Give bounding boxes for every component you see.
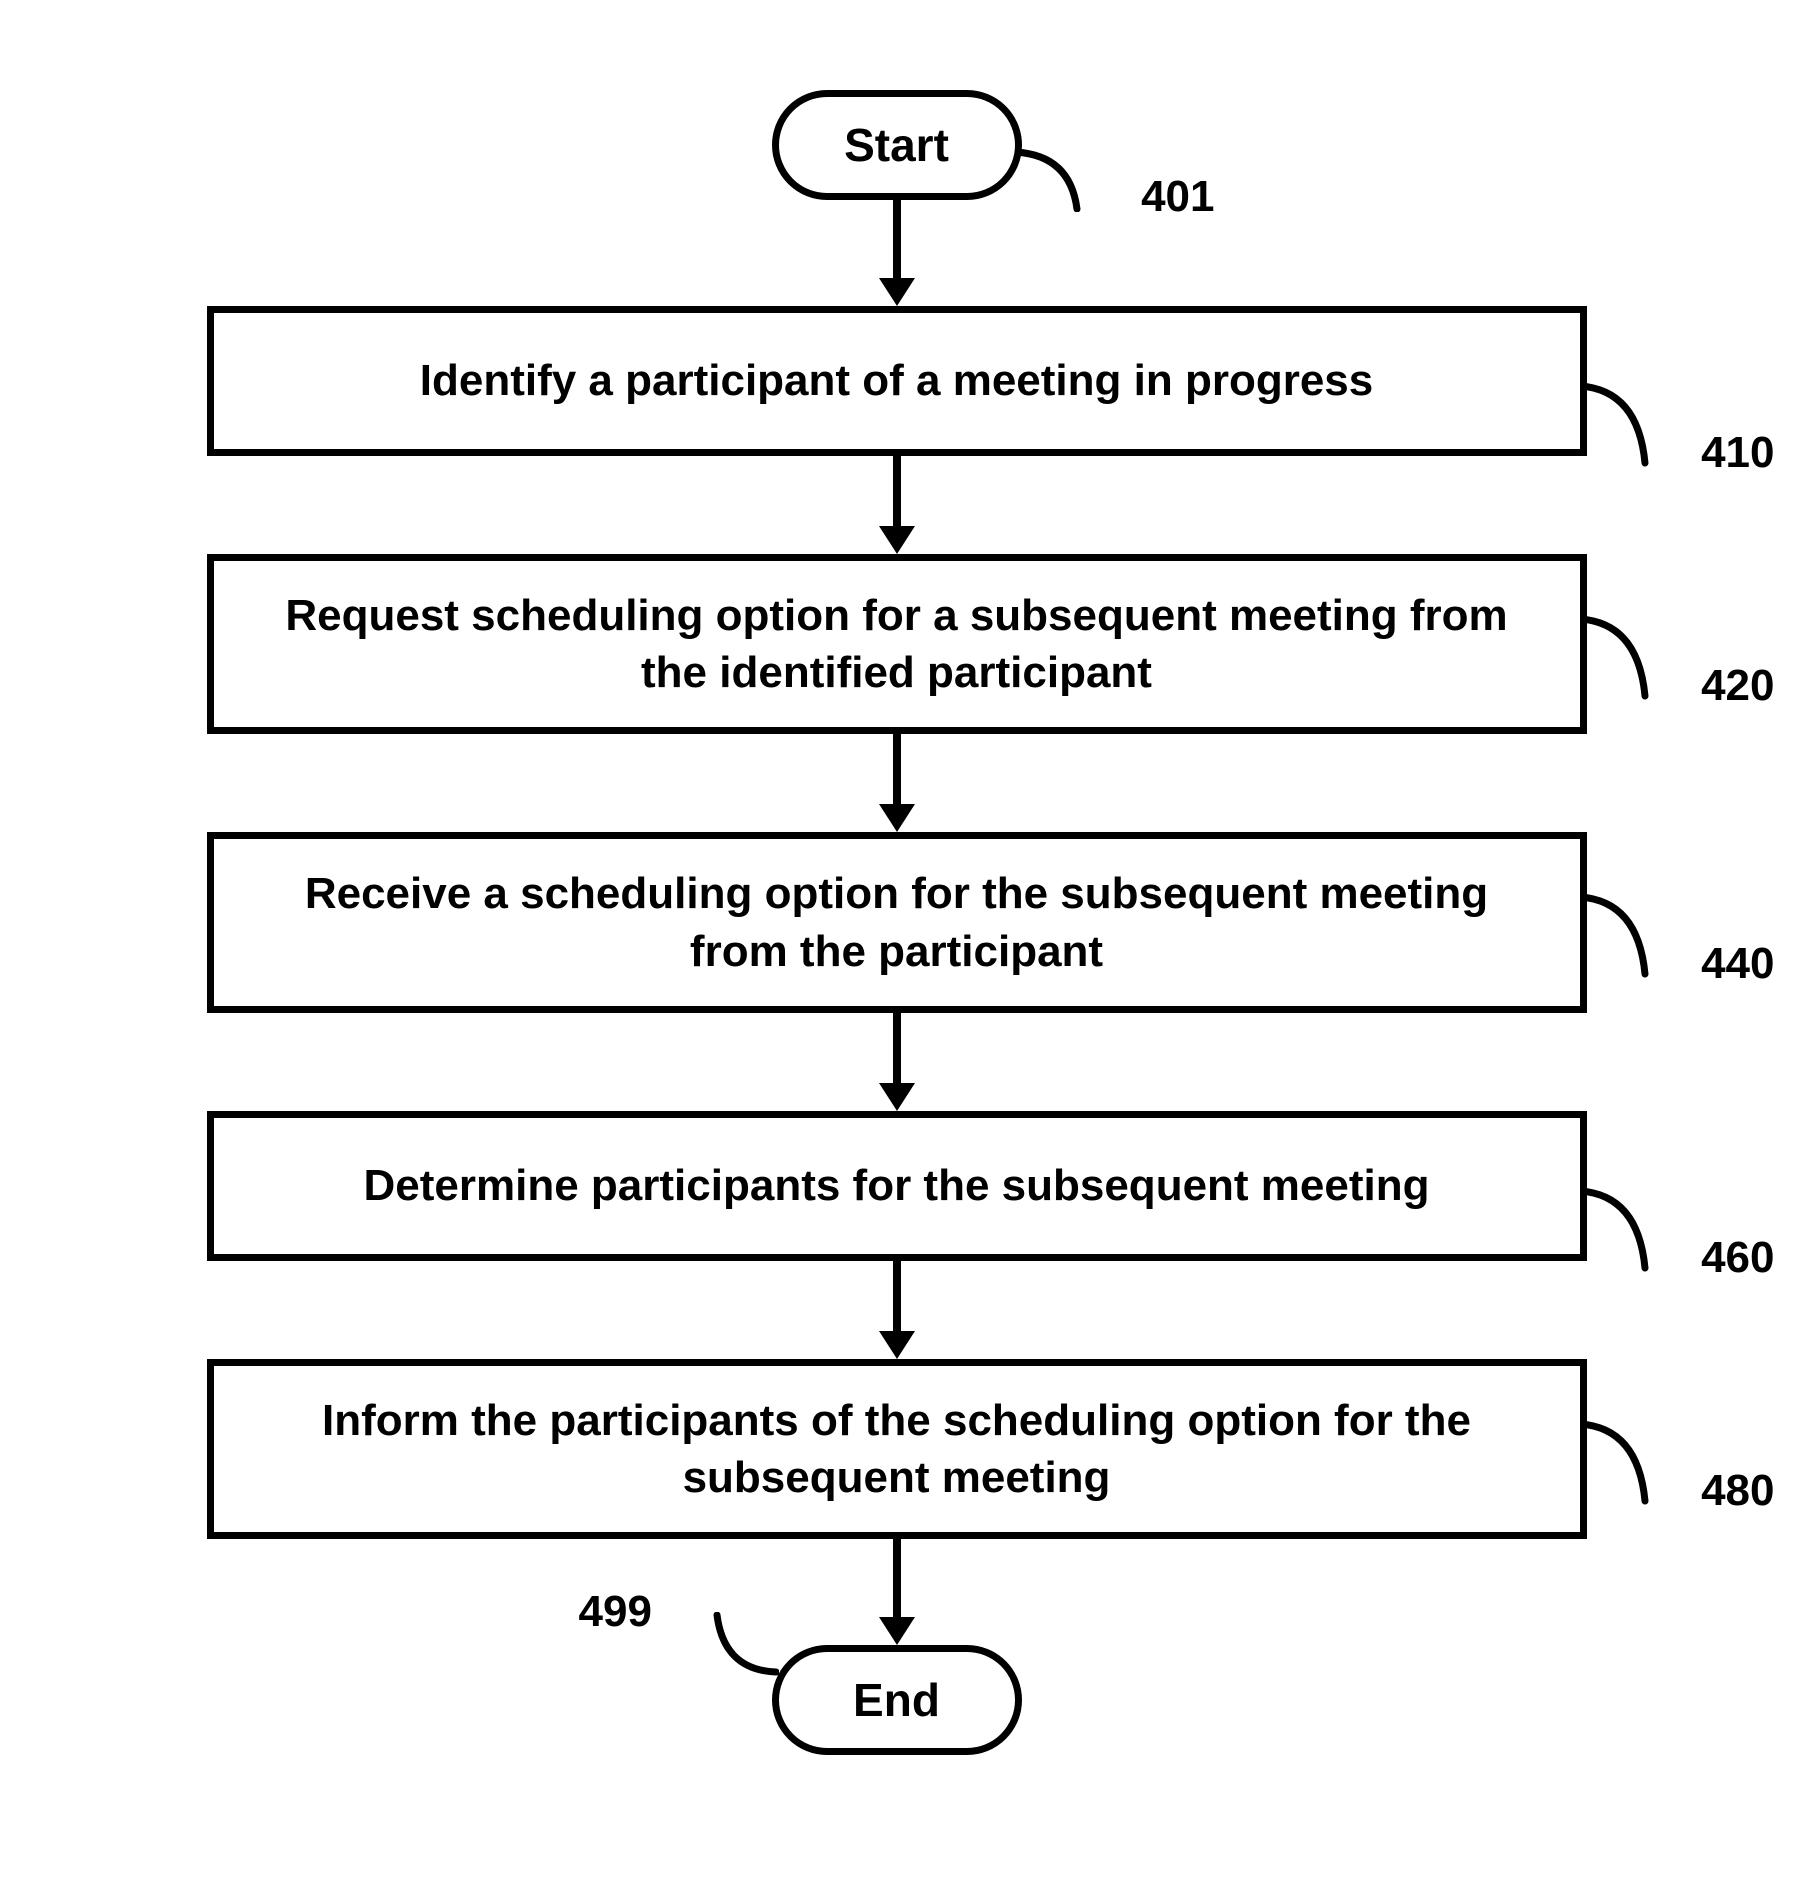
ref-label-480: 480 [1701,1466,1774,1516]
ref-label-410: 410 [1701,428,1774,478]
arrow [879,200,915,306]
ref-curve-420 [1580,601,1678,701]
ref-curve-480 [1580,1406,1678,1506]
flowchart-canvas: Start 401 Identify a participant of a me… [0,0,1793,1883]
process-step-2: Request scheduling option for a subseque… [207,554,1587,734]
arrow [879,1013,915,1111]
arrow [879,1539,915,1645]
process-step-5-text: Inform the participants of the schedulin… [274,1392,1520,1506]
process-step-1-text: Identify a participant of a meeting in p… [420,352,1374,409]
arrow [879,734,915,832]
process-step-4-text: Determine participants for the subsequen… [364,1157,1430,1214]
ref-label-499: 499 [579,1587,652,1637]
ref-curve-440 [1580,879,1678,979]
process-step-3-text: Receive a scheduling option for the subs… [274,865,1520,979]
process-step-5: Inform the participants of the schedulin… [207,1359,1587,1539]
ref-curve-460 [1580,1173,1678,1273]
ref-curve-410 [1580,368,1678,468]
end-label: End [853,1673,940,1727]
ref-label-401: 401 [1141,172,1214,222]
process-step-1: Identify a participant of a meeting in p… [207,306,1587,456]
arrow [879,456,915,554]
arrow [879,1261,915,1359]
ref-label-420: 420 [1701,661,1774,711]
process-step-2-text: Request scheduling option for a subseque… [274,587,1520,701]
ref-label-460: 460 [1701,1233,1774,1283]
end-terminator: End 499 [772,1645,1022,1755]
process-step-4: Determine participants for the subsequen… [207,1111,1587,1261]
ref-curve-401 [1015,117,1110,212]
start-terminator: Start 401 [772,90,1022,200]
start-label: Start [844,118,949,172]
flowchart-column: Start 401 Identify a participant of a me… [0,90,1793,1755]
ref-label-440: 440 [1701,939,1774,989]
ref-curve-499 [684,1612,779,1707]
process-step-3: Receive a scheduling option for the subs… [207,832,1587,1012]
